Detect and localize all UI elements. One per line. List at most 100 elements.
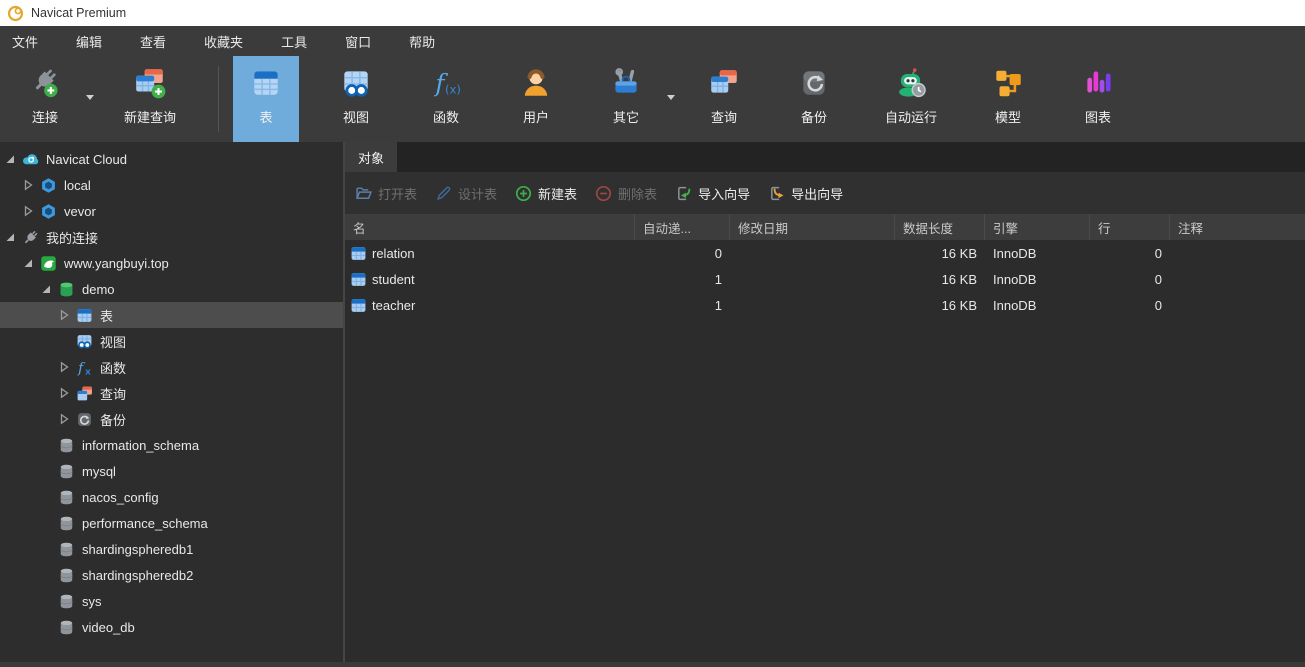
toolbar-button-users[interactable]: 用户 (503, 56, 569, 142)
cell-data-length: 16 KB (941, 297, 977, 313)
menu-item-edit[interactable]: 编辑 (72, 32, 106, 51)
tree-item-label: 备份 (100, 412, 127, 428)
query-icon (707, 66, 741, 100)
bottom-strip (0, 662, 1305, 667)
object-toolbar-design-table-button: 设计表 (435, 184, 497, 203)
tree-item-www-yangbuyi-top[interactable]: www.yangbuyi.top (0, 250, 343, 276)
toolbar-button-views[interactable]: 视图 (323, 56, 389, 142)
toolbar-button-label: 表 (259, 110, 273, 125)
tree-item-tables[interactable]: 表 (0, 302, 343, 328)
tree-item-label: shardingspheredb2 (82, 567, 194, 583)
toolbar-button-label: 视图 (342, 110, 369, 125)
toolbar-button-new-query[interactable]: 新建查询 (110, 56, 190, 142)
queries-icon (76, 385, 93, 402)
cell-engine: InnoDB (993, 271, 1037, 287)
svg-text:x: x (85, 367, 91, 376)
toolbar-button-tables[interactable]: 表 (233, 56, 299, 142)
database-gray-icon (58, 593, 75, 610)
toolbar-button-backup[interactable]: 备份 (781, 56, 847, 142)
connection-new-icon (28, 66, 62, 100)
column-header-modify-date[interactable]: 修改日期 (730, 214, 895, 240)
toolbar-button-label: 图表 (1084, 110, 1111, 125)
column-header-name[interactable]: 名 (345, 214, 635, 240)
column-header-engine[interactable]: 引擎 (985, 214, 1090, 240)
cell-engine: InnoDB (993, 245, 1037, 261)
expander-collapsed-icon[interactable] (58, 309, 70, 321)
column-header-auto-increment[interactable]: 自动递... (635, 214, 730, 240)
tree-item-shardingspheredb2[interactable]: shardingspheredb2 (0, 562, 343, 588)
tab-objects[interactable]: 对象 (345, 142, 398, 172)
tree-item-mysql[interactable]: mysql (0, 458, 343, 484)
object-toolbar-new-table-button[interactable]: 新建表 (515, 184, 577, 203)
toolbar-button-automation[interactable]: 自动运行 (871, 56, 951, 142)
tree-item-queries[interactable]: 查询 (0, 380, 343, 406)
object-toolbar-export-wizard-button[interactable]: 导出向导 (768, 184, 843, 203)
expander-collapsed-icon[interactable] (22, 205, 34, 217)
import-wizard-icon (675, 185, 692, 202)
toolbar-button-label: 查询 (710, 110, 737, 125)
table-row[interactable]: teacher 1 16 KB InnoDB 0 (345, 292, 1305, 318)
cell-comment (1170, 240, 1305, 266)
connection-tree: Navicat Cloud local vevor 我的连接 www.yangbuyi.… (0, 142, 345, 662)
toolbar-button-query[interactable]: 查询 (691, 56, 757, 142)
object-toolbar: 打开表 设计表 新建表 删除表 导入向导 导出向导 (345, 172, 1305, 214)
tree-item-functions[interactable]: f x 函数 (0, 354, 343, 380)
tables-icon (350, 245, 367, 262)
export-wizard-icon (768, 185, 785, 202)
object-toolbar-import-wizard-button[interactable]: 导入向导 (675, 184, 750, 203)
tree-item-label: shardingspheredb1 (82, 541, 194, 557)
toolbar-button-connect[interactable]: 连接 (12, 56, 94, 142)
menu-item-help[interactable]: 帮助 (405, 32, 439, 51)
tree-item-navicat-cloud[interactable]: Navicat Cloud (0, 146, 343, 172)
menu-item-favorites[interactable]: 收藏夹 (200, 32, 247, 51)
tree-item-nacos-config[interactable]: nacos_config (0, 484, 343, 510)
column-header-comment[interactable]: 注释 (1170, 214, 1305, 240)
dropdown-caret-icon (85, 88, 95, 100)
menu-item-window[interactable]: 窗口 (341, 32, 375, 51)
tree-item-local[interactable]: local (0, 172, 343, 198)
tree-item-information-schema[interactable]: information_schema (0, 432, 343, 458)
menu-item-tools[interactable]: 工具 (277, 32, 311, 51)
menu-item-file[interactable]: 文件 (8, 32, 42, 51)
cell-data-length: 16 KB (941, 245, 977, 261)
column-header-data-length[interactable]: 数据长度 (895, 214, 985, 240)
expander-collapsed-icon[interactable] (22, 179, 34, 191)
expander-expanded-icon[interactable] (4, 231, 16, 243)
toolbar-button-charts[interactable]: 图表 (1065, 56, 1131, 142)
expander-expanded-icon[interactable] (22, 257, 34, 269)
table-row[interactable]: relation 0 16 KB InnoDB 0 (345, 240, 1305, 266)
cell-rows: 0 (1154, 245, 1162, 261)
backup-icon (797, 66, 831, 100)
tree-item-views[interactable]: 视图 (0, 328, 343, 354)
menu-item-view[interactable]: 查看 (136, 32, 170, 51)
table-row[interactable]: student 1 16 KB InnoDB 0 (345, 266, 1305, 292)
tree-item-vevor[interactable]: vevor (0, 198, 343, 224)
delete-table-icon (595, 185, 612, 202)
tree-item-demo[interactable]: demo (0, 276, 343, 302)
expander-collapsed-icon[interactable] (58, 387, 70, 399)
navicat-logo-icon (7, 5, 24, 22)
cell-comment (1170, 266, 1305, 292)
tables-icon (76, 307, 93, 324)
toolbar-button-model[interactable]: 模型 (975, 56, 1041, 142)
expander-collapsed-icon[interactable] (58, 361, 70, 373)
tree-item-performance-schema[interactable]: performance_schema (0, 510, 343, 536)
svg-text:(x): (x) (445, 83, 461, 97)
tree-item-backups[interactable]: 备份 (0, 406, 343, 432)
expander-expanded-icon[interactable] (40, 283, 52, 295)
toolbar-button-others[interactable]: 其它 (593, 56, 675, 142)
column-header-rows[interactable]: 行 (1090, 214, 1170, 240)
object-toolbar-open-table-button: 打开表 (355, 184, 417, 203)
table-name-text: teacher (372, 297, 416, 313)
expander-expanded-icon[interactable] (4, 153, 16, 165)
function-icon: f (x) (429, 66, 463, 100)
tree-item-my-connections[interactable]: 我的连接 (0, 224, 343, 250)
tree-item-sys[interactable]: sys (0, 588, 343, 614)
expander-collapsed-icon[interactable] (58, 413, 70, 425)
cell-name: teacher (345, 292, 635, 318)
tree-item-video-db[interactable]: video_db (0, 614, 343, 640)
tree-item-shardingspheredb1[interactable]: shardingspheredb1 (0, 536, 343, 562)
new-table-icon (515, 185, 532, 202)
toolbar-button-functions[interactable]: f (x) 函数 (413, 56, 479, 142)
